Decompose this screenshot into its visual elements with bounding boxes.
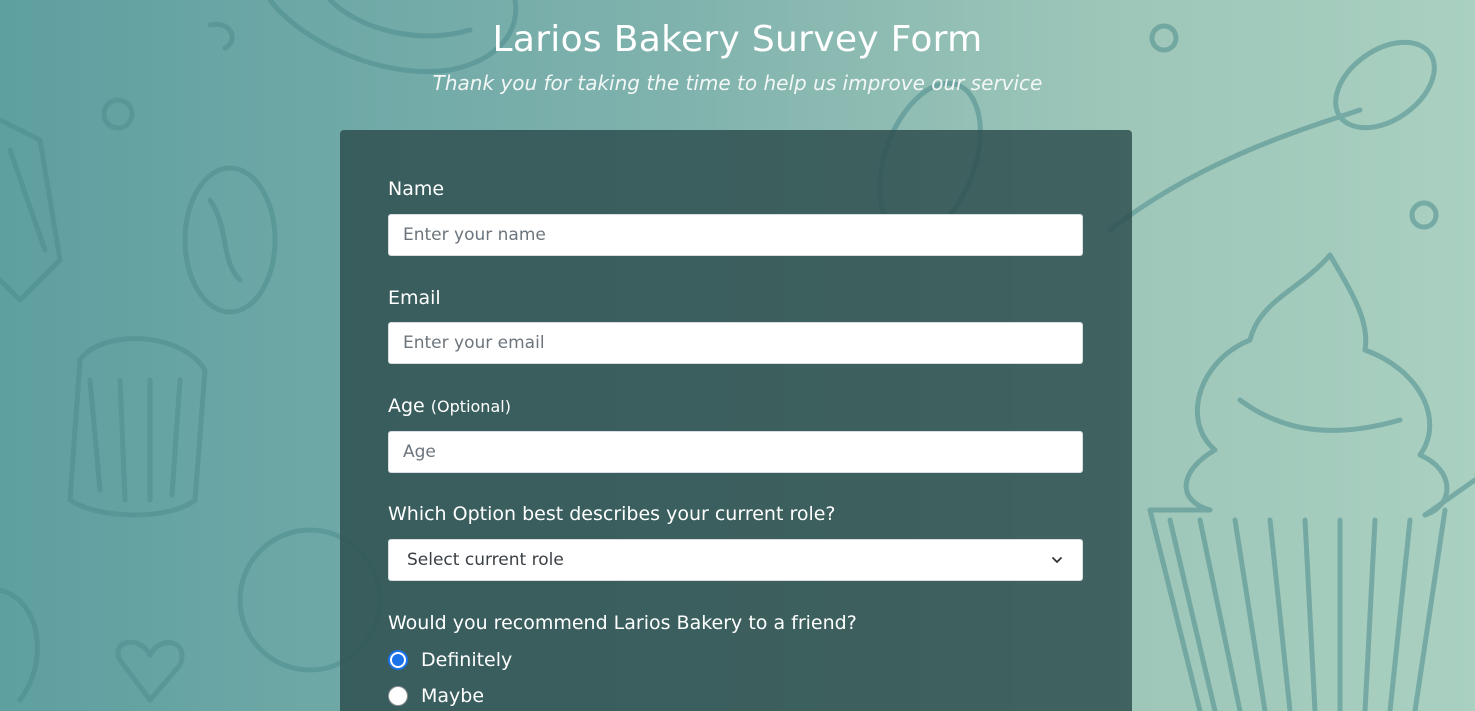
email-label: Email bbox=[388, 287, 441, 309]
radio-maybe[interactable] bbox=[388, 686, 408, 706]
role-select[interactable]: Select current role bbox=[388, 539, 1083, 581]
radio-label-maybe: Maybe bbox=[421, 685, 485, 707]
page-subtitle: Thank you for taking the time to help us… bbox=[432, 71, 1043, 95]
age-label-text: Age bbox=[388, 395, 425, 417]
page-title: Larios Bakery Survey Form bbox=[492, 19, 983, 60]
radio-definitely[interactable] bbox=[388, 650, 408, 670]
page-header: Larios Bakery Survey Form Thank you for … bbox=[0, 0, 1475, 98]
age-label: Age (Optional) bbox=[388, 395, 511, 417]
email-input[interactable] bbox=[388, 322, 1083, 364]
age-input[interactable] bbox=[388, 431, 1083, 473]
role-label: Which Option best describes your current… bbox=[388, 503, 836, 525]
radio-label-definitely: Definitely bbox=[421, 649, 513, 671]
recommend-option-maybe[interactable]: Maybe bbox=[388, 683, 484, 709]
survey-form: Name Email Age (Optional) Which Option b… bbox=[340, 130, 1132, 711]
recommend-option-definitely[interactable]: Definitely bbox=[388, 647, 512, 673]
chevron-down-icon bbox=[1052, 557, 1062, 563]
role-select-value: Select current role bbox=[407, 550, 564, 570]
age-optional-note: (Optional) bbox=[430, 397, 511, 416]
name-input[interactable] bbox=[388, 214, 1083, 256]
recommend-label: Would you recommend Larios Bakery to a f… bbox=[388, 612, 857, 634]
name-label: Name bbox=[388, 178, 445, 200]
